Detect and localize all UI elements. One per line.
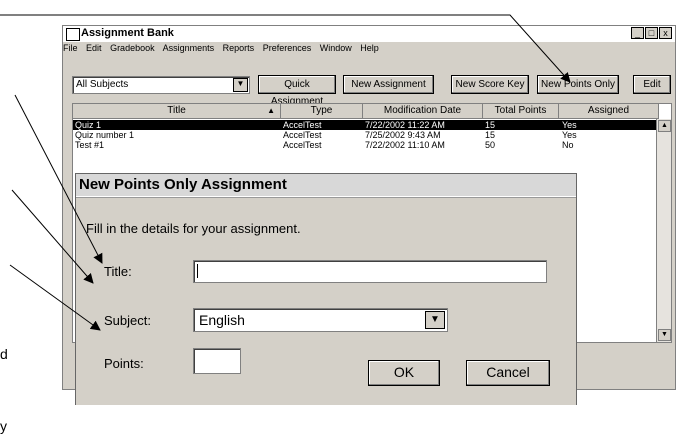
new-score-key-button[interactable]: New Score Key <box>451 75 529 94</box>
row-title[interactable]: Test #1 <box>75 141 104 150</box>
subject-value: English <box>199 312 245 328</box>
menu-help[interactable]: Help <box>360 43 379 53</box>
new-assignment-button[interactable]: New Assignment <box>343 75 434 94</box>
row-type: AccelTest <box>283 140 322 150</box>
row-assigned: No <box>562 140 574 150</box>
row-title[interactable]: Quiz number 1 <box>75 131 134 140</box>
menu-preferences[interactable]: Preferences <box>263 43 312 53</box>
new-points-only-button[interactable]: New Points Only <box>537 75 619 94</box>
quick-assignment-button[interactable]: Quick Assignment <box>258 75 336 107</box>
menu-bar: File Edit Gradebook Assignments Reports … <box>63 43 675 59</box>
column-header-assigned[interactable]: Assigned <box>559 104 659 119</box>
dialog-body: Fill in the details for your assignment.… <box>76 197 576 405</box>
sort-up-icon: ▲ <box>267 106 275 115</box>
menu-gradebook[interactable]: Gradebook <box>110 43 155 53</box>
subject-select[interactable]: English ▼ <box>193 308 448 332</box>
chevron-down-icon: ▼ <box>233 78 248 92</box>
close-button[interactable]: x <box>659 27 672 39</box>
row-date: 7/22/2002 11:22 AM <box>365 120 445 130</box>
subject-filter-select[interactable]: All Subjects ▼ <box>72 76 250 94</box>
column-header-points[interactable]: Total Points <box>483 104 559 119</box>
text-caret <box>197 264 198 278</box>
window-titlebar: Assignment Bank _ □ x <box>63 26 675 42</box>
row-date: 7/25/2002 9:43 AM <box>365 130 441 140</box>
dialog-title: New Points Only Assignment <box>79 176 287 193</box>
scroll-up-icon[interactable]: ▲ <box>658 120 671 132</box>
row-title: Quiz 1 <box>75 120 102 130</box>
row-points: 15 <box>485 130 496 140</box>
column-header-date[interactable]: Modification Date <box>363 104 483 119</box>
row-assigned: Yes <box>562 120 577 130</box>
chevron-down-icon[interactable]: ▼ <box>425 311 445 329</box>
page-text-fragment: d <box>0 346 8 362</box>
subject-filter-value: All Subjects <box>76 79 129 90</box>
window-title: Assignment Bank <box>81 27 174 39</box>
minimize-button[interactable]: _ <box>631 27 644 39</box>
ok-button[interactable]: OK <box>368 360 440 386</box>
menu-window[interactable]: Window <box>320 43 352 53</box>
cancel-button[interactable]: Cancel <box>466 360 550 386</box>
row-type: AccelTest <box>283 130 322 140</box>
new-points-only-dialog: New Points Only Assignment Fill in the d… <box>75 173 577 405</box>
row-points: 50 <box>485 140 496 150</box>
app-icon <box>66 28 80 41</box>
row-points: 15 <box>485 120 496 130</box>
subject-label: Subject: <box>104 313 151 328</box>
title-input[interactable] <box>193 260 547 283</box>
table-scrollbar[interactable]: ▲ ▼ <box>656 119 671 342</box>
column-header-title[interactable]: Title ▲ <box>73 104 281 119</box>
title-label: Title: <box>104 264 132 279</box>
page-text-fragment: y <box>0 418 7 434</box>
menu-reports[interactable]: Reports <box>223 43 255 53</box>
scroll-down-icon[interactable]: ▼ <box>658 329 671 341</box>
column-header-type[interactable]: Type <box>281 104 363 119</box>
row-assigned: Yes <box>562 130 577 140</box>
maximize-button[interactable]: □ <box>645 27 658 39</box>
dialog-titlebar: New Points Only Assignment <box>76 174 576 196</box>
row-type: AccelTest <box>283 120 322 130</box>
row-date: 7/22/2002 11:10 AM <box>365 140 445 150</box>
menu-edit[interactable]: Edit <box>86 43 102 53</box>
menu-assignments[interactable]: Assignments <box>163 43 215 53</box>
points-label: Points: <box>104 356 144 371</box>
points-input[interactable] <box>193 348 241 374</box>
menu-file[interactable]: File <box>63 43 78 53</box>
edit-button[interactable]: Edit <box>633 75 671 94</box>
dialog-instruction: Fill in the details for your assignment. <box>86 221 301 236</box>
